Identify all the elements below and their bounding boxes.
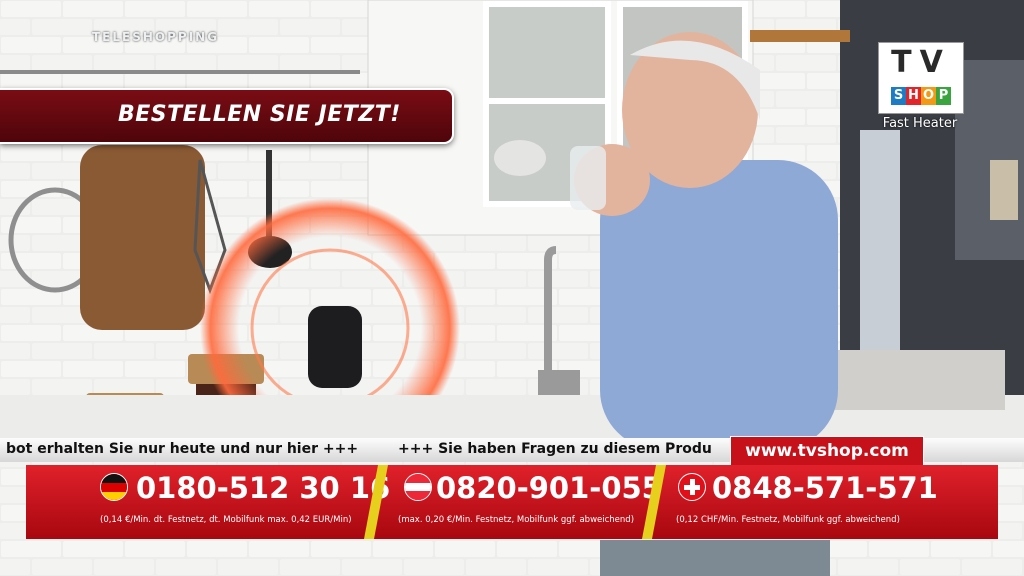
logo-shop: S H O P <box>891 87 951 105</box>
order-now-banner: BESTELLEN SIE JETZT! <box>0 88 454 144</box>
austria-flag-icon <box>404 473 432 501</box>
phone-number-austria[interactable]: 0820-901-055 <box>436 471 662 505</box>
product-name: Fast Heater <box>882 116 958 131</box>
separator-stripe <box>642 465 666 539</box>
phone-number-switzerland[interactable]: 0848-571-571 <box>712 471 938 505</box>
switzerland-flag-icon <box>678 473 706 501</box>
logo-letter-o: O <box>921 87 936 105</box>
phone-bar: 0180-512 30 16 (0,14 €/Min. dt. Festnetz… <box>26 465 998 539</box>
tvshop-logo: TV S H O P <box>878 42 964 114</box>
fast-heater-device <box>308 306 362 388</box>
logo-letter-p: P <box>936 87 951 105</box>
website-url[interactable]: www.tvshop.com <box>731 441 923 461</box>
website-badge[interactable]: www.tvshop.com <box>730 436 924 466</box>
ticker-text-left: bot erhalten Sie nur heute und nur hier … <box>6 441 359 457</box>
phone-note-switzerland: (0,12 CHF/Min. Festnetz, Mobilfunk ggf. … <box>676 515 900 525</box>
channel-label: TELESHOPPING <box>92 30 220 44</box>
phone-note-germany: (0,14 €/Min. dt. Festnetz, dt. Mobilfunk… <box>100 515 352 525</box>
logo-tv: TV <box>891 45 951 80</box>
germany-flag-icon <box>100 473 128 501</box>
logo-letter-s: S <box>891 87 906 105</box>
phone-note-austria: (max. 0,20 €/Min. Festnetz, Mobilfunk gg… <box>398 515 635 525</box>
separator-stripe <box>364 465 388 539</box>
logo-letter-h: H <box>906 87 921 105</box>
phone-number-germany[interactable]: 0180-512 30 16 <box>136 471 390 505</box>
order-now-text: BESTELLEN SIE JETZT! <box>118 102 401 127</box>
ticker-text-right: +++ Sie haben Fragen zu diesem Produ <box>398 441 712 457</box>
